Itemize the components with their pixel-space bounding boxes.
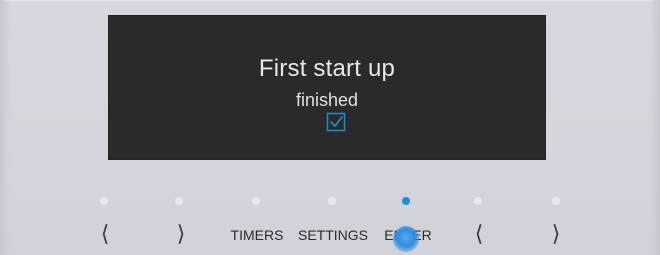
display-title: First start up (258, 55, 396, 82)
checkbox-checked-icon (326, 112, 346, 132)
display-subtitle: finished (295, 90, 359, 110)
timers-button[interactable]: TIMERS (225, 223, 289, 247)
indicator-dot-settings (328, 197, 336, 205)
indicator-dot-left-arrow-2 (474, 197, 482, 205)
indicator-dot-right-arrow-1 (175, 197, 183, 205)
indicator-dot-left-arrow-1 (100, 197, 108, 205)
panel-top-edge (0, 0, 660, 1)
right-arrow-button-2[interactable]: ⟩ (545, 223, 567, 247)
display-screen: First start up finished (108, 15, 546, 160)
right-arrow-button-1[interactable]: ⟩ (170, 223, 192, 247)
left-arrow-button-2[interactable]: ⟨ (468, 223, 490, 247)
settings-button[interactable]: SETTINGS (293, 223, 373, 247)
panel-left-edge (0, 0, 10, 255)
indicator-dot-right-arrow-2 (552, 197, 560, 205)
left-arrow-button-1[interactable]: ⟨ (94, 223, 116, 247)
control-panel: First start up finished ⟨ ⟩ TIMERS SETTI… (0, 0, 660, 255)
panel-right-edge (650, 0, 660, 255)
touch-indicator-icon (393, 226, 419, 252)
indicator-dot-timers (252, 197, 260, 205)
indicator-dot-enter (402, 197, 410, 205)
